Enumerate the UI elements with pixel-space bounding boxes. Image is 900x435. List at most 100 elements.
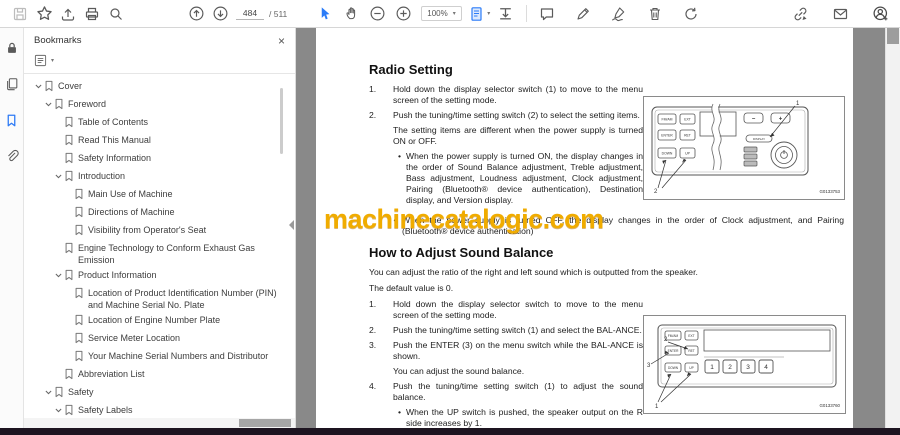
print-button[interactable] (80, 3, 104, 25)
zoom-out-button[interactable] (365, 3, 389, 25)
bookmark-icon (64, 134, 78, 149)
svg-text:2: 2 (654, 189, 658, 195)
bookmarks-panel-icon[interactable] (2, 110, 22, 130)
step-text: Push the tuning/time setting switch (1) … (393, 325, 642, 335)
bookmark-icon (64, 152, 78, 167)
bookmark-item[interactable]: Directions of Machine (24, 203, 295, 221)
svg-text:DOWN: DOWN (662, 152, 673, 156)
sidebar-horizontal-scrollbar[interactable] (24, 418, 295, 428)
bookmarks-options-bar: ▾ (24, 51, 295, 74)
bookmark-item[interactable]: Safety (24, 383, 295, 401)
scrollbar-thumb[interactable] (887, 28, 899, 44)
sidebar-vertical-scrollbar[interactable] (280, 88, 283, 154)
chevron-down-icon: ▾ (51, 58, 55, 64)
attachments-panel-icon[interactable] (2, 146, 22, 166)
previous-page-button[interactable] (184, 3, 208, 25)
bookmarks-tree: Cover Foreword Table of Contents Read This … (24, 74, 295, 428)
step-number: 2. (369, 325, 377, 335)
bookmark-item[interactable]: Location of Engine Number Plate (24, 311, 295, 329)
account-button[interactable] (868, 3, 892, 25)
favorite-star-button[interactable] (32, 3, 56, 25)
step-text: Push the tuning/time setting switch (1) … (393, 381, 643, 402)
svg-text:4: 4 (764, 364, 768, 371)
bookmark-label: Main Use of Machine (88, 189, 173, 199)
hand-tool-button[interactable] (339, 3, 363, 25)
bookmark-item[interactable]: Introduction (24, 167, 295, 185)
toolbar: 484 / 511 100% ▾ ▾ (0, 0, 900, 28)
close-icon[interactable]: × (278, 35, 285, 47)
bookmark-item[interactable]: Your Machine Serial Numbers and Distribu… (24, 347, 295, 365)
bookmark-item[interactable]: Visibility from Operator's Seat (24, 221, 295, 239)
chevron-placeholder (62, 224, 74, 226)
email-button[interactable] (828, 3, 852, 25)
bookmark-icon (74, 350, 88, 365)
comment-button[interactable] (535, 3, 559, 25)
page-total-label: / 511 (269, 8, 288, 19)
bookmark-item[interactable]: Cover (24, 77, 295, 95)
bookmark-item[interactable]: Service Meter Location (24, 329, 295, 347)
bookmark-icon (64, 404, 78, 419)
bookmark-options-button[interactable]: ▾ (34, 54, 54, 67)
document-vertical-scrollbar[interactable] (885, 28, 900, 428)
page-number-input[interactable]: 484 (236, 7, 264, 20)
bookmark-item[interactable]: Abbreviation List (24, 365, 295, 383)
svg-text:EXT: EXT (684, 118, 691, 122)
chevron-placeholder (62, 206, 74, 208)
scrollbar-thumb[interactable] (239, 419, 291, 427)
bookmark-item[interactable]: Foreword (24, 95, 295, 113)
bookmark-item[interactable]: Engine Technology to Conform Exhaust Gas… (24, 239, 295, 266)
bookmark-item[interactable]: Safety Labels (24, 401, 295, 419)
chevron-down-icon[interactable] (32, 80, 44, 91)
bookmark-icon (74, 314, 88, 329)
step-number: 2. (369, 110, 377, 120)
delete-button[interactable] (643, 3, 667, 25)
steps-list: 1. Hold down the display selector switch … (369, 84, 643, 210)
signature-button[interactable] (607, 3, 631, 25)
fit-width-button[interactable] (494, 3, 518, 25)
chevron-down-icon[interactable] (52, 404, 64, 415)
select-tool-button[interactable] (313, 3, 337, 25)
page-view-mode-button[interactable]: ▾ (468, 3, 492, 25)
bookmarks-panel-title: Bookmarks (34, 35, 82, 46)
bookmark-icon (64, 116, 78, 131)
security-lock-icon[interactable] (2, 38, 22, 58)
zoom-in-button[interactable] (391, 3, 415, 25)
step-paragraph: You can adjust the sound balance. (393, 366, 525, 376)
upload-share-button[interactable] (56, 3, 80, 25)
figure-1-box: FM/AM EXT ENTER RET DOWN UP − + DISPLAY … (643, 96, 845, 200)
bookmark-label: Read This Manual (78, 135, 151, 145)
next-page-button[interactable] (208, 3, 232, 25)
chevron-down-icon[interactable] (42, 98, 54, 109)
chevron-down-icon[interactable] (52, 170, 64, 181)
bookmark-item[interactable]: Product Information (24, 266, 295, 284)
bookmark-label: Abbreviation List (78, 369, 145, 379)
file-tools-group (8, 3, 128, 25)
svg-text:G0133760: G0133760 (819, 403, 840, 408)
bookmark-icon (44, 80, 58, 95)
bookmark-item[interactable]: Safety Information (24, 149, 295, 167)
bookmark-icon (54, 98, 68, 113)
bookmark-item[interactable]: Read This Manual (24, 131, 295, 149)
highlight-pencil-button[interactable] (571, 3, 595, 25)
bookmark-item[interactable]: Location of Product Identification Numbe… (24, 284, 295, 311)
save-button[interactable] (8, 3, 32, 25)
step-number: 3. (369, 340, 377, 350)
chevron-down-icon[interactable] (52, 269, 64, 280)
bookmark-item[interactable]: Main Use of Machine (24, 185, 295, 203)
zoom-level-dropdown[interactable]: 100% ▾ (421, 6, 462, 21)
pages-panel-icon[interactable] (2, 74, 22, 94)
bullet-text: When the UP switch is pushed, the speake… (406, 407, 643, 428)
search-button[interactable] (104, 3, 128, 25)
bookmark-label: Directions of Machine (88, 207, 175, 217)
restore-undo-button[interactable] (679, 3, 703, 25)
bookmark-item[interactable]: Table of Contents (24, 113, 295, 131)
panel-collapse-arrow[interactable] (289, 220, 294, 230)
svg-text:UP: UP (685, 152, 690, 156)
bookmark-label: Safety Labels (78, 405, 133, 415)
svg-text:ENTER: ENTER (668, 349, 680, 353)
watermark-text: machinecatalogic.com (324, 204, 604, 234)
chevron-down-icon[interactable] (42, 386, 54, 397)
radio-diagram-figure-1: FM/AM EXT ENTER RET DOWN UP − + DISPLAY … (651, 101, 841, 195)
bookmark-icon (74, 332, 88, 347)
share-link-button[interactable] (788, 3, 812, 25)
